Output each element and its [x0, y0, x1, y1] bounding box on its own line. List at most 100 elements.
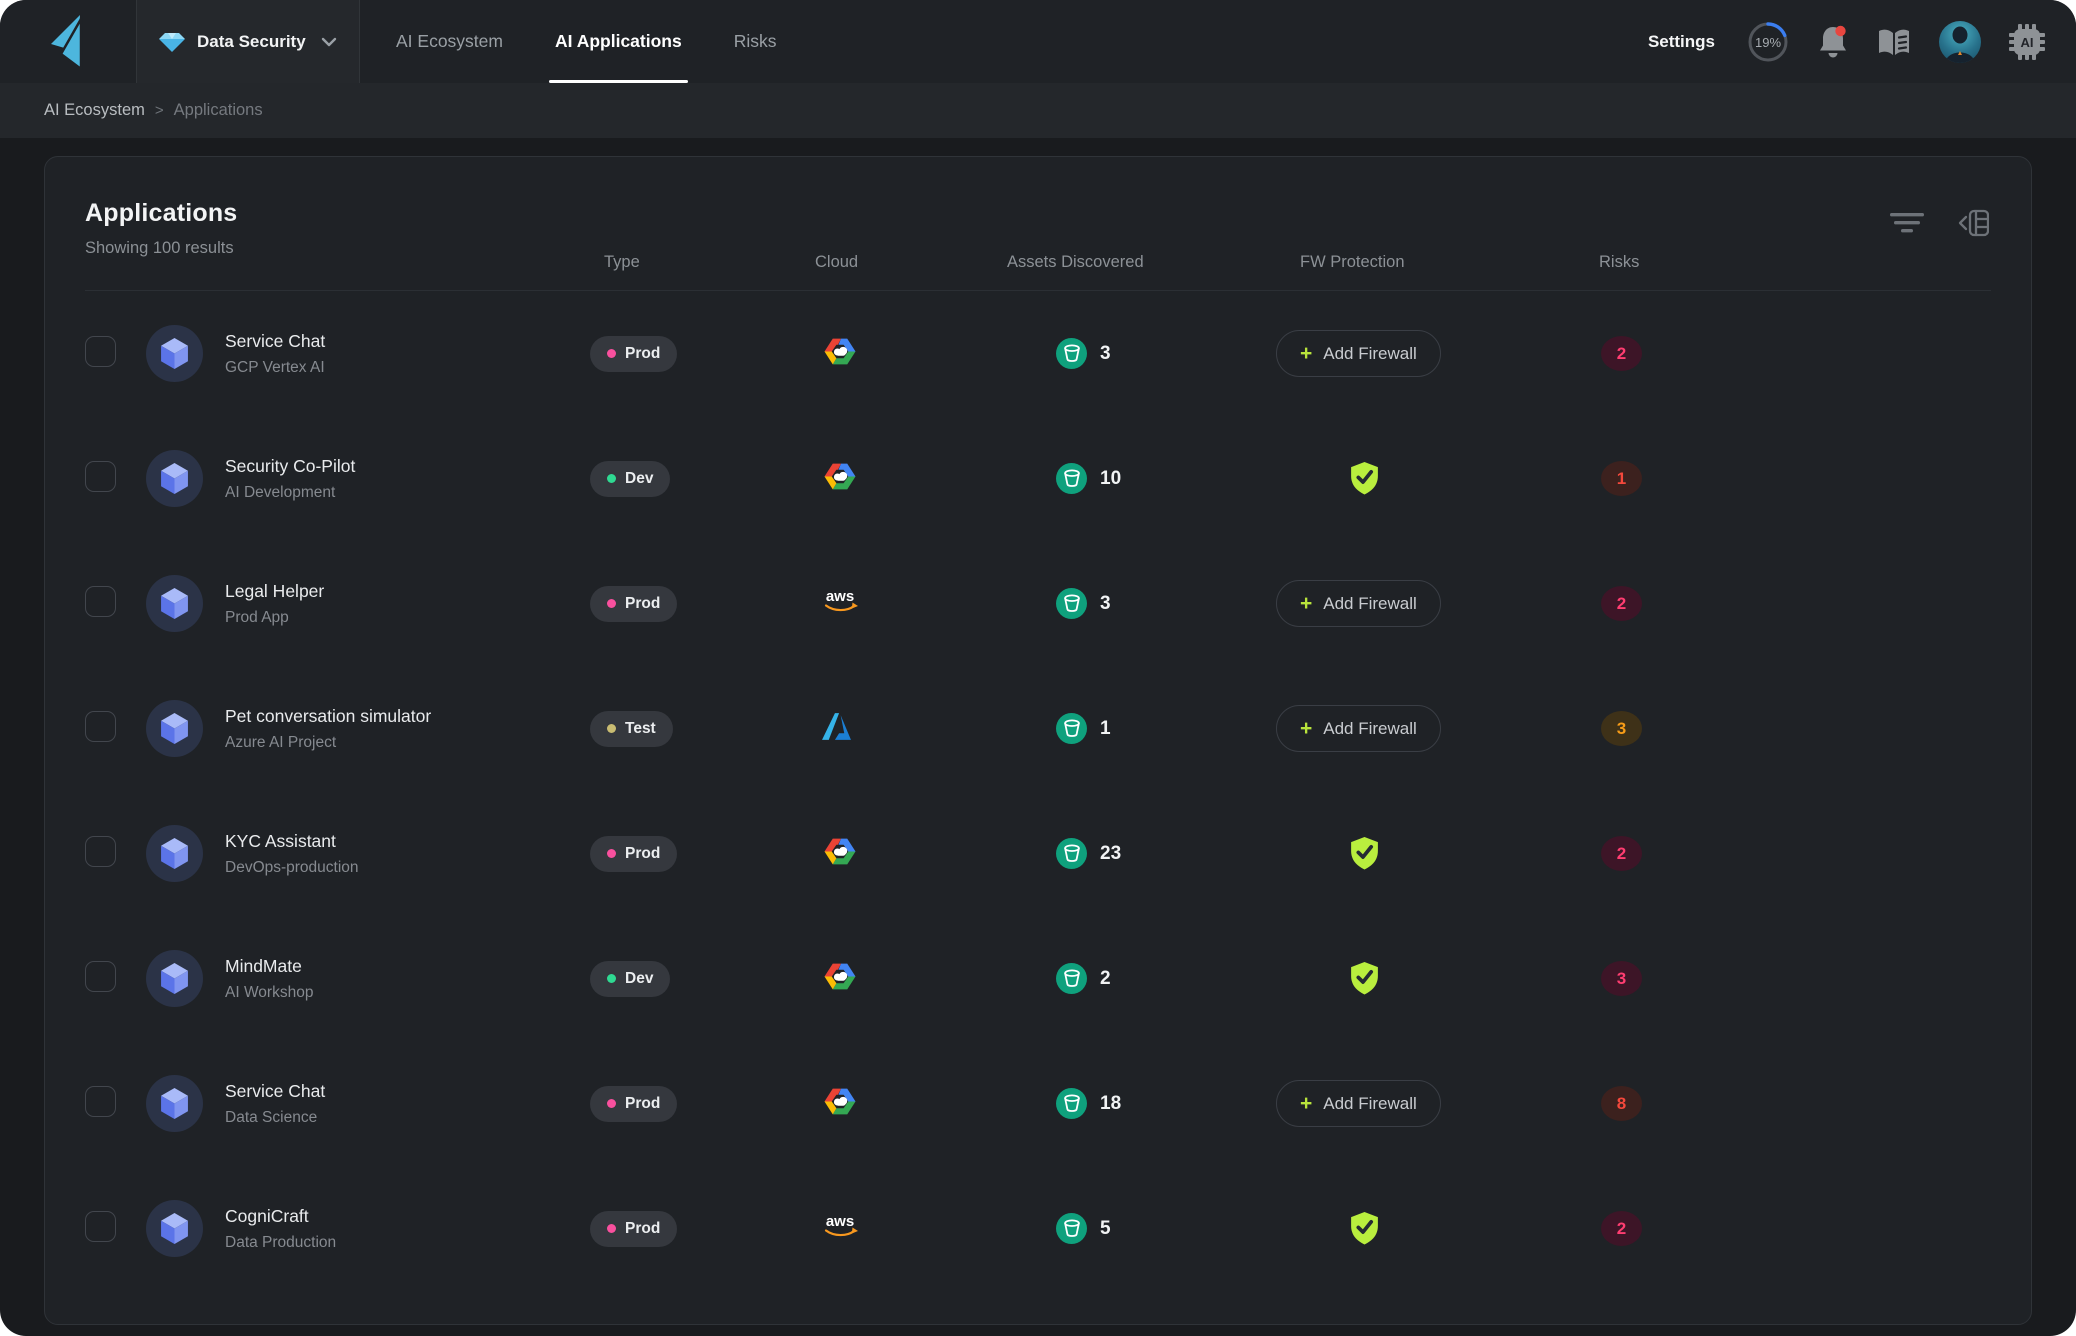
type-label: Dev: [625, 970, 653, 988]
nav-right: Settings 19%: [1648, 0, 2076, 83]
type-label: Prod: [625, 595, 660, 613]
app-subtitle: DevOps-production: [225, 859, 590, 877]
svg-text:aws: aws: [826, 588, 854, 605]
column-header-cloud: Cloud: [805, 253, 1005, 272]
cube-app-icon: [146, 950, 203, 1007]
type-dot: [607, 974, 616, 983]
cloud-cell: [805, 961, 1005, 997]
add-firewall-button[interactable]: + Add Firewall: [1276, 330, 1441, 377]
settings-button[interactable]: Settings: [1648, 32, 1715, 52]
page-title: Applications: [85, 199, 237, 228]
filter-icon[interactable]: [1889, 205, 1925, 241]
row-checkbox[interactable]: [85, 1086, 116, 1117]
type-badge: Prod: [590, 586, 677, 622]
risk-count-badge[interactable]: 3: [1601, 961, 1642, 996]
tab-ai-applications[interactable]: AI Applications: [555, 0, 682, 83]
app-name: Service Chat: [225, 331, 590, 352]
add-firewall-button[interactable]: + Add Firewall: [1276, 705, 1441, 752]
usage-ring[interactable]: 19%: [1746, 20, 1790, 64]
table-column-headers: Type Cloud Assets Discovered FW Protecti…: [85, 253, 1991, 272]
app-subtitle: GCP Vertex AI: [225, 359, 590, 377]
app-window: Data Security AI Ecosystem AI Applicatio…: [0, 0, 2076, 1336]
assets-count: 2: [1100, 968, 1111, 990]
bucket-icon: [1056, 838, 1087, 869]
plus-icon: +: [1300, 593, 1312, 614]
risk-count-badge[interactable]: 2: [1601, 336, 1642, 371]
cloud-cell: [805, 836, 1005, 872]
svg-text:aws: aws: [826, 1213, 854, 1230]
cube-app-icon: [146, 325, 203, 382]
cloud-cell: [805, 336, 1005, 372]
app-name: MindMate: [225, 956, 590, 977]
row-checkbox[interactable]: [85, 961, 116, 992]
column-header-assets: Assets Discovered: [1005, 253, 1265, 272]
type-label: Prod: [625, 1220, 660, 1238]
app-subtitle: Data Production: [225, 1234, 590, 1252]
cube-app-icon: [146, 450, 203, 507]
row-checkbox[interactable]: [85, 1211, 116, 1242]
cloud-cell: aws: [805, 1212, 1005, 1245]
shield-check-icon: [1349, 1211, 1380, 1246]
cube-app-icon: [146, 1075, 203, 1132]
gcp-cloud-icon: [821, 1086, 859, 1122]
top-nav: Data Security AI Ecosystem AI Applicatio…: [0, 0, 2076, 83]
app-name: KYC Assistant: [225, 831, 590, 852]
docs-book-icon[interactable]: [1876, 26, 1912, 58]
card-header: Applications Showing 100 results: [85, 157, 1991, 291]
assets-count: 10: [1100, 468, 1121, 490]
svg-text:AI: AI: [2021, 35, 2034, 50]
cube-app-icon: [146, 575, 203, 632]
type-dot: [607, 724, 616, 733]
aws-cloud-icon: aws: [821, 587, 861, 620]
type-badge: Dev: [590, 961, 670, 997]
notification-dot: [1835, 25, 1845, 35]
add-firewall-label: Add Firewall: [1323, 594, 1417, 614]
risk-count-badge[interactable]: 1: [1601, 461, 1642, 496]
breadcrumb-ai-ecosystem[interactable]: AI Ecosystem: [44, 101, 145, 120]
plus-icon: +: [1300, 1093, 1312, 1114]
brand-logo-icon: [48, 14, 88, 70]
app-name: Pet conversation simulator: [225, 706, 590, 727]
assets-count: 5: [1100, 1218, 1111, 1240]
brand-logo[interactable]: [0, 0, 137, 83]
risk-count-badge[interactable]: 2: [1601, 1211, 1642, 1246]
table-row: CogniCraft Data Production Prod aws: [85, 1166, 1991, 1291]
user-avatar[interactable]: [1939, 21, 1981, 63]
type-dot: [607, 849, 616, 858]
ai-chip-icon[interactable]: AI: [2008, 23, 2046, 61]
tab-ai-ecosystem[interactable]: AI Ecosystem: [396, 0, 503, 83]
bucket-icon: [1056, 963, 1087, 994]
row-checkbox[interactable]: [85, 711, 116, 742]
cloud-cell: [805, 1086, 1005, 1122]
collapse-columns-icon[interactable]: [1955, 205, 1991, 241]
add-firewall-button[interactable]: + Add Firewall: [1276, 580, 1441, 627]
bucket-icon: [1056, 338, 1087, 369]
risk-count-badge[interactable]: 3: [1601, 711, 1642, 746]
app-subtitle: AI Development: [225, 484, 590, 502]
add-firewall-button[interactable]: + Add Firewall: [1276, 1080, 1441, 1127]
assets-count: 18: [1100, 1093, 1121, 1115]
app-subtitle: Data Science: [225, 1109, 590, 1127]
table-row: Pet conversation simulator Azure AI Proj…: [85, 666, 1991, 791]
row-checkbox[interactable]: [85, 836, 116, 867]
bucket-icon: [1056, 1088, 1087, 1119]
app-name: Legal Helper: [225, 581, 590, 602]
row-checkbox[interactable]: [85, 461, 116, 492]
type-badge: Test: [590, 711, 673, 747]
risk-count-badge[interactable]: 8: [1601, 1086, 1642, 1121]
type-badge: Dev: [590, 461, 670, 497]
row-checkbox[interactable]: [85, 336, 116, 367]
type-badge: Prod: [590, 836, 677, 872]
breadcrumb: AI Ecosystem > Applications: [0, 83, 2076, 138]
product-switcher[interactable]: Data Security: [137, 0, 360, 83]
type-label: Dev: [625, 470, 653, 488]
risk-count-badge[interactable]: 2: [1601, 586, 1642, 621]
cloud-cell: [805, 461, 1005, 497]
type-label: Prod: [625, 845, 660, 863]
risk-count-badge[interactable]: 2: [1601, 836, 1642, 871]
notification-bell-icon[interactable]: [1817, 24, 1849, 60]
breadcrumb-separator: >: [155, 102, 164, 119]
row-checkbox[interactable]: [85, 586, 116, 617]
nav-tabs: AI Ecosystem AI Applications Risks: [396, 0, 777, 83]
tab-risks[interactable]: Risks: [734, 0, 777, 83]
